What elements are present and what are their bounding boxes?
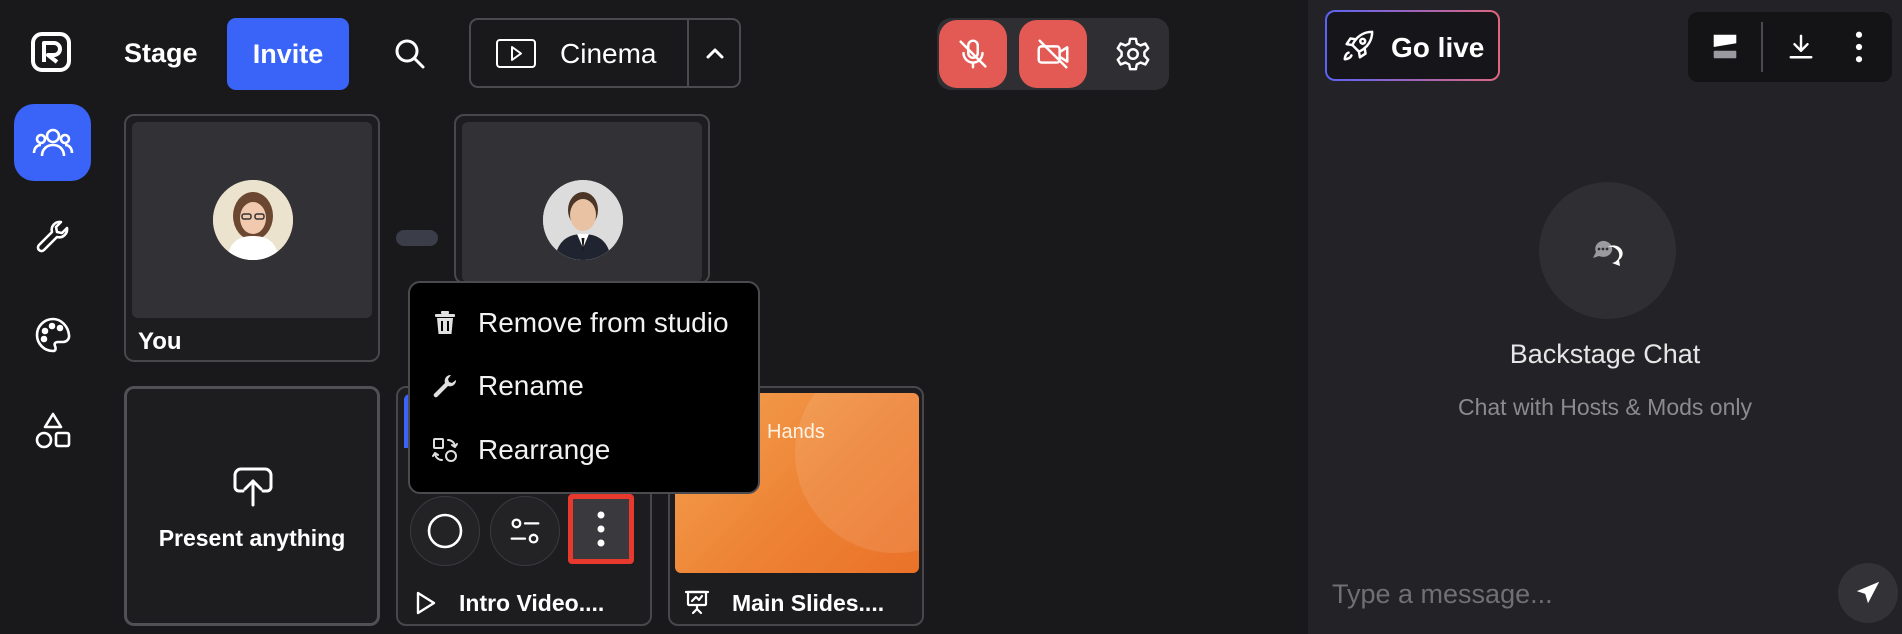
menu-item-label: Remove from studio [478, 307, 729, 338]
rocket-icon [1343, 30, 1374, 61]
sidebar-item-brand[interactable] [14, 296, 91, 373]
tab-stage[interactable]: Stage [124, 38, 198, 69]
go-live-label: Go live [1391, 32, 1485, 63]
menu-item-rearrange[interactable]: Rearrange [432, 434, 610, 466]
layout-selector[interactable]: Cinema [469, 18, 741, 88]
mute-mic-button[interactable] [939, 20, 1007, 88]
shapes-icon [35, 412, 70, 448]
rearrange-icon [432, 438, 458, 462]
slides-title: Main Slides.... [732, 590, 885, 616]
video-settings-button[interactable] [490, 496, 560, 566]
chat-subtitle: Chat with Hosts & Mods only [1457, 394, 1752, 420]
presentation-icon [684, 590, 710, 615]
camera-off-icon [1037, 39, 1069, 69]
upload-icon [233, 467, 273, 507]
participant-tile-you[interactable]: You [124, 114, 380, 362]
panel-more-button[interactable] [1842, 24, 1876, 70]
layout-toggle-button[interactable] [689, 20, 741, 86]
context-menu: Remove from studio Rename Rearrange [408, 281, 760, 494]
message-input[interactable]: Type a message... [1332, 579, 1553, 610]
go-live-button[interactable]: Go live [1325, 10, 1500, 81]
trash-icon [435, 311, 455, 334]
menu-item-label: Rename [478, 370, 584, 401]
participant-name: You [138, 328, 182, 355]
participant-tile-guest[interactable] [454, 114, 710, 284]
record-button[interactable] [410, 496, 480, 566]
avatar [213, 180, 293, 260]
circle-icon [427, 513, 463, 549]
avatar [543, 180, 623, 260]
video-title: Intro Video.... [459, 590, 605, 616]
send-button[interactable] [1838, 563, 1898, 623]
search-button[interactable] [390, 34, 430, 74]
more-vertical-icon [1855, 31, 1863, 63]
decor [795, 393, 919, 553]
sliders-icon [510, 518, 540, 544]
download-icon [1789, 34, 1813, 59]
people-icon [32, 128, 73, 156]
settings-button[interactable] [1099, 20, 1167, 88]
cinema-icon [496, 39, 536, 68]
divider [1761, 22, 1763, 72]
sidebar-item-assets[interactable] [14, 392, 91, 469]
chevron-up-icon [706, 48, 724, 59]
more-options-button[interactable] [568, 494, 634, 564]
menu-item-label: Rearrange [478, 434, 611, 465]
search-icon [395, 39, 425, 69]
invite-button[interactable]: Invite [227, 18, 349, 90]
send-icon [1856, 581, 1880, 604]
camera-off-button[interactable] [1019, 20, 1087, 88]
menu-item-rename[interactable]: Rename [432, 370, 584, 402]
banner-icon [1713, 34, 1737, 59]
sidebar-item-tools[interactable] [14, 198, 91, 275]
present-anything-tile[interactable]: Present anything [124, 386, 380, 626]
menu-item-remove[interactable]: Remove from studio [432, 307, 729, 339]
sidebar-item-people[interactable] [14, 104, 91, 181]
chat-icon-circle [1539, 182, 1676, 319]
tile-separator [396, 230, 438, 246]
invite-label: Invite [252, 38, 324, 69]
logo-icon [31, 32, 71, 72]
banner-button[interactable] [1702, 24, 1748, 70]
slides-thumbnail-text: Hands [767, 421, 825, 443]
app-logo[interactable] [30, 31, 72, 73]
chat-title: Backstage Chat [1509, 339, 1701, 369]
chat-bubbles-icon [1592, 240, 1623, 266]
palette-icon [35, 317, 70, 352]
layout-label: Cinema [560, 38, 657, 69]
more-vertical-icon [597, 511, 605, 547]
play-icon [416, 591, 436, 615]
gear-icon [1116, 37, 1150, 71]
download-button[interactable] [1780, 24, 1822, 70]
wrench-icon [433, 374, 457, 398]
wrench-icon [36, 220, 68, 252]
go-live-inner: Go live [1327, 12, 1498, 79]
present-anything-label: Present anything [158, 525, 346, 551]
mic-off-icon [959, 39, 987, 69]
